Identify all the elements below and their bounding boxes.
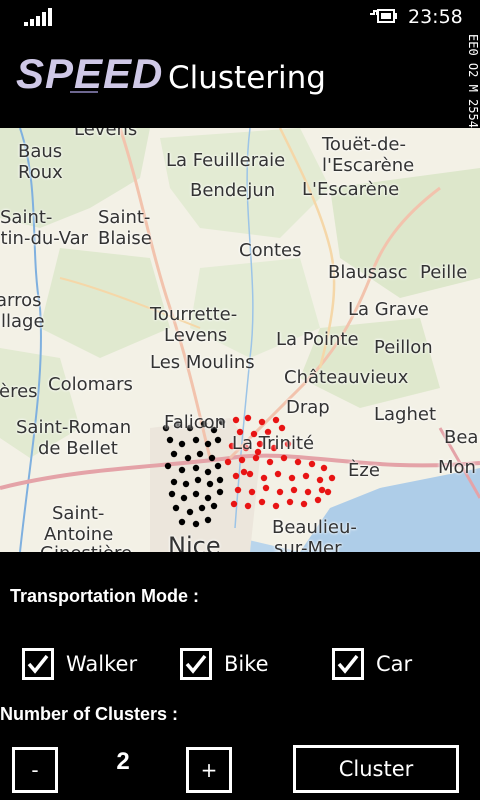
map-label: Peille bbox=[420, 262, 468, 283]
bike-checkbox[interactable]: Bike bbox=[180, 645, 269, 683]
map-label: Bendejun bbox=[190, 180, 276, 201]
map-label: l'Escarène bbox=[322, 155, 415, 176]
map-label: Saint- bbox=[98, 207, 151, 228]
walker-checkbox[interactable]: Walker bbox=[22, 645, 137, 683]
checkbox-box[interactable] bbox=[332, 648, 364, 680]
map-label: Laghet bbox=[374, 404, 437, 425]
checkmark-icon bbox=[27, 654, 49, 674]
app-header: SPEED Clustering bbox=[0, 32, 480, 128]
map-label: Roux bbox=[18, 162, 63, 183]
map-label: Beaulieu- bbox=[272, 517, 357, 538]
map-label: Peillon bbox=[374, 337, 433, 358]
checkmark-icon bbox=[337, 654, 359, 674]
map-label: Levens bbox=[74, 128, 138, 140]
status-bar: 23:58 bbox=[0, 0, 480, 32]
map-label: Saint- bbox=[0, 207, 53, 228]
map-view[interactable]: Levens Baus Roux La Feuilleraie Bendejun… bbox=[0, 128, 480, 552]
map-label: Ginestière bbox=[40, 544, 132, 553]
map-label: Les Moulins bbox=[150, 352, 255, 373]
map-label: Baus bbox=[18, 141, 63, 162]
cluster-count-value: 2 bbox=[116, 748, 130, 775]
map-label: Antoine bbox=[44, 524, 114, 545]
map-label: Nice bbox=[168, 532, 221, 552]
map-label: Drap bbox=[286, 397, 330, 418]
map-label: ières bbox=[0, 381, 38, 402]
checkmark-icon bbox=[185, 654, 207, 674]
map-label: arros bbox=[0, 290, 42, 311]
battery-charging-icon bbox=[368, 8, 398, 24]
map-label: Tourrette- bbox=[150, 304, 238, 325]
car-checkbox[interactable]: Car bbox=[332, 645, 412, 683]
cluster-button[interactable]: Cluster bbox=[293, 745, 459, 793]
bike-label: Bike bbox=[224, 652, 269, 676]
clock: 23:58 bbox=[408, 6, 463, 28]
map-label: sur-Mer bbox=[274, 538, 342, 553]
map-label: Colomars bbox=[48, 374, 133, 395]
map-label: -tin-du-Var bbox=[0, 228, 89, 249]
map-label: Blausasc bbox=[328, 262, 408, 283]
map-label: Saint- bbox=[52, 503, 105, 524]
decrement-button[interactable]: - bbox=[12, 747, 58, 793]
map-label: La Grave bbox=[348, 299, 429, 320]
map-label: Châteauvieux bbox=[284, 367, 409, 388]
signal-strength-icon bbox=[24, 8, 54, 26]
map-label: La Feuilleraie bbox=[166, 150, 286, 171]
map-label: Levens bbox=[164, 325, 228, 346]
map-label: Touët-de- bbox=[322, 134, 406, 155]
transport-mode-label: Transportation Mode : bbox=[10, 586, 199, 606]
car-label: Car bbox=[376, 652, 413, 676]
checkbox-box[interactable] bbox=[180, 648, 212, 680]
cluster-count-label: Number of Clusters : bbox=[0, 704, 179, 724]
map-label: Falicon bbox=[164, 412, 227, 433]
map-label: La Pointe bbox=[276, 329, 359, 350]
checkbox-box[interactable] bbox=[22, 648, 54, 680]
map-label: Contes bbox=[239, 240, 302, 261]
map-label: Saint-Roman bbox=[16, 417, 132, 438]
map-label: La Trinité bbox=[232, 433, 315, 454]
map-label: Beau bbox=[444, 427, 480, 448]
map-label: Èze bbox=[348, 460, 380, 481]
map-label: Mon bbox=[438, 457, 476, 478]
map-label: de Bellet bbox=[38, 438, 118, 459]
map-label: illage bbox=[0, 311, 45, 332]
walker-label: Walker bbox=[66, 652, 138, 676]
increment-button[interactable]: + bbox=[186, 747, 232, 793]
logo-underline bbox=[70, 91, 98, 93]
map-label: Blaise bbox=[98, 228, 152, 249]
page-title: Clustering bbox=[168, 60, 326, 96]
map-label: L'Escarène bbox=[302, 179, 400, 200]
